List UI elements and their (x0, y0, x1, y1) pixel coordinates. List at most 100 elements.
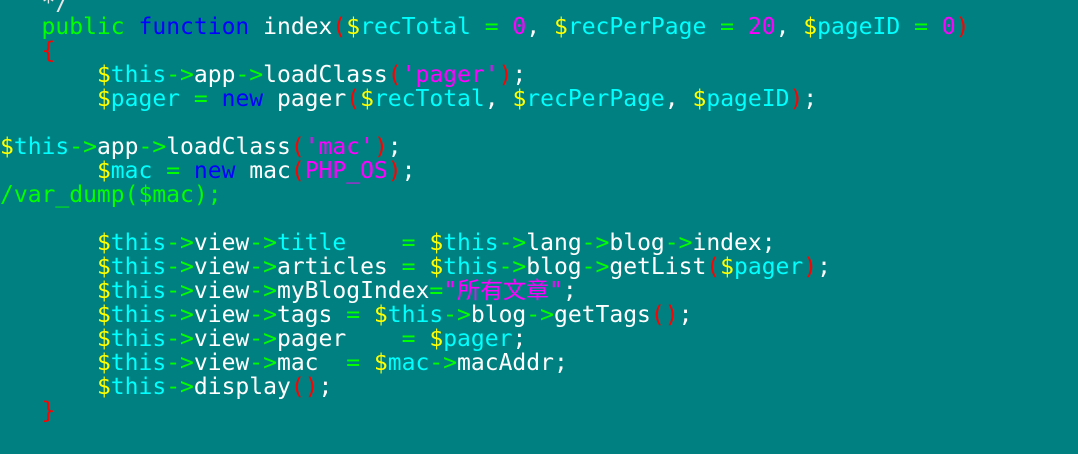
code-line[interactable]: $mac = new mac(PHP_OS); (0, 159, 416, 183)
code-token-ident: pager (276, 326, 347, 352)
code-line[interactable]: */ (0, 0, 70, 15)
code-token-var: $ (429, 254, 444, 280)
code-token-op: = (470, 14, 513, 40)
code-token-var: $ (96, 350, 111, 376)
code-token-punct: ; (678, 302, 693, 328)
code-line[interactable]: public function index($recTotal = 0, $re… (0, 15, 970, 39)
code-token-varname: recPerPage (567, 14, 707, 40)
code-token-var: $ (373, 302, 388, 328)
code-token-varname: this (110, 62, 167, 88)
code-token-ident: blog (609, 230, 665, 256)
code-line[interactable]: $this->view->title = $this->lang->blog->… (0, 231, 776, 255)
code-token-keyword: /var_dump($mac); (0, 182, 222, 208)
code-line[interactable]: $this->app->loadClass('pager'); (0, 63, 526, 87)
code-token-var: $ (512, 86, 527, 112)
code-line[interactable]: $this->app->loadClass('mac'); (0, 135, 402, 159)
code-token-paren: ) (789, 86, 804, 112)
code-token-op: = (346, 230, 430, 256)
code-token-paren: ( (706, 254, 721, 280)
code-token-ident: index (249, 14, 333, 40)
code-token-ident: display (193, 374, 291, 400)
code-line[interactable]: $this->view->mac = $mac->macAddr; (0, 351, 568, 375)
code-line[interactable]: $pager = new pager($recTotal, $recPerPag… (0, 87, 817, 111)
code-token-ident: tags (276, 302, 333, 328)
code-token-varname: this (110, 254, 167, 280)
code-token-ident: app (96, 134, 139, 160)
code-token-ident: view (193, 302, 250, 328)
code-token-var: $ (96, 230, 111, 256)
code-token-op: -> (166, 326, 194, 352)
code-token-op: -> (235, 62, 264, 88)
code-token-op: -> (69, 134, 97, 160)
code-token-const: PHP_OS (304, 158, 388, 184)
code-line[interactable]: $this->display(); (0, 375, 332, 399)
code-token-op: -> (498, 230, 527, 256)
code-token-paren: ) (373, 134, 388, 160)
code-token-varname: this (110, 278, 167, 304)
code-token-var: $ (96, 62, 111, 88)
code-token-ident: view (193, 278, 250, 304)
code-token-varname: pageID (706, 86, 790, 112)
code-token-op: -> (443, 302, 471, 328)
code-token-var: $ (429, 326, 444, 352)
code-token-ident: app (193, 62, 236, 88)
code-token-op: = (318, 350, 374, 376)
code-token-op: = (180, 86, 222, 112)
code-token-var: $ (0, 134, 14, 160)
code-token-ident: loadClass (166, 134, 291, 160)
code-token-op: -> (166, 62, 194, 88)
code-token-op: -> (526, 302, 554, 328)
code-token-ident: pager (263, 86, 347, 112)
code-token-ident: view (193, 230, 250, 256)
code-token-punct: ; (817, 254, 831, 280)
code-token-op: -> (581, 254, 610, 280)
code-token-varname: recPerPage (526, 86, 665, 112)
code-token-op: -> (249, 302, 277, 328)
code-token-ident: view (193, 254, 250, 280)
code-line[interactable]: $this->view->tags = $this->blog->getTags… (0, 302, 693, 328)
code-token-paren: ( (290, 158, 305, 184)
code-line[interactable]: $this->view->articles = $this->blog->get… (0, 255, 831, 279)
code-token-op: = (346, 326, 430, 352)
code-token-op: -> (249, 350, 277, 376)
code-token-varname: mac (387, 350, 430, 376)
code-token-varname: this (110, 374, 167, 400)
code-token-punct: ; (761, 230, 776, 256)
code-token-punct: ; (512, 62, 527, 88)
code-token-ident: view (193, 326, 250, 352)
code-token-op: -> (166, 230, 194, 256)
code-token-var: $ (96, 374, 111, 400)
code-line[interactable]: { (0, 38, 56, 64)
code-token-paren: ) (955, 14, 970, 40)
code-token-function: function (138, 14, 250, 40)
code-line[interactable]: /var_dump($mac); (0, 183, 222, 207)
code-token-string: 'pager' (401, 62, 499, 88)
code-token-ident: view (193, 350, 250, 376)
code-token-varname: pageID (817, 14, 901, 40)
code-line[interactable]: $this->view->pager = $pager; (0, 327, 526, 351)
code-editor[interactable]: */ public function index($recTotal = 0, … (0, 0, 1078, 454)
code-token-ident: articles (276, 254, 388, 280)
code-token-op: -> (249, 278, 277, 304)
code-token-plain: , (526, 14, 554, 40)
code-token-number: 0 (941, 14, 956, 40)
code-token-op: = (387, 254, 430, 280)
code-token-ident: mac (235, 158, 291, 184)
code-token-varname: this (110, 230, 167, 256)
code-token-op: -> (166, 254, 194, 280)
code-token-op: -> (166, 302, 194, 328)
code-token-varname: pager (443, 326, 513, 352)
code-token-paren: () (290, 374, 319, 400)
code-line[interactable]: $this->view->myBlogIndex="所有文章"; (0, 279, 577, 303)
code-token-paren: () (650, 302, 679, 328)
code-token-string: " (549, 278, 563, 304)
code-line[interactable]: } (0, 399, 56, 423)
code-token-strcn: 所有文章 (457, 278, 550, 304)
